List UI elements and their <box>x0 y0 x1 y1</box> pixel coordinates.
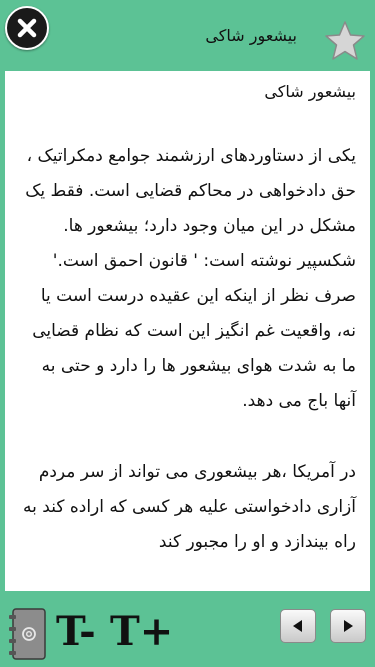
paragraph: در آمریکا ،هر بیشعوری می تواند از سر مرد… <box>23 462 356 552</box>
reading-area[interactable]: بیشعور شاکی یکی از دستاوردهای ارزشمند جو… <box>5 71 370 591</box>
increase-text-size-button[interactable]: T+ <box>110 602 173 662</box>
star-icon <box>325 21 365 60</box>
arrow-left-icon <box>293 620 302 632</box>
page-title: بیشعور شاکی <box>205 26 297 45</box>
decrease-text-size-button[interactable]: T- <box>56 602 96 662</box>
document-title: بیشعور شاکی <box>264 82 356 101</box>
arrow-right-icon <box>344 620 353 632</box>
favorite-button[interactable] <box>323 20 367 62</box>
address-book-icon <box>9 608 46 660</box>
contacts-button[interactable] <box>6 607 48 661</box>
paragraph: یکی از دستاوردهای ارزشمند جوامع دمکراتیک… <box>25 146 356 411</box>
previous-button[interactable] <box>280 609 316 643</box>
close-icon <box>17 18 37 38</box>
close-button[interactable] <box>5 6 49 50</box>
bottom-toolbar: T- T+ <box>0 600 375 667</box>
next-button[interactable] <box>330 609 366 643</box>
header-bar: بیشعور شاکی <box>0 0 375 72</box>
